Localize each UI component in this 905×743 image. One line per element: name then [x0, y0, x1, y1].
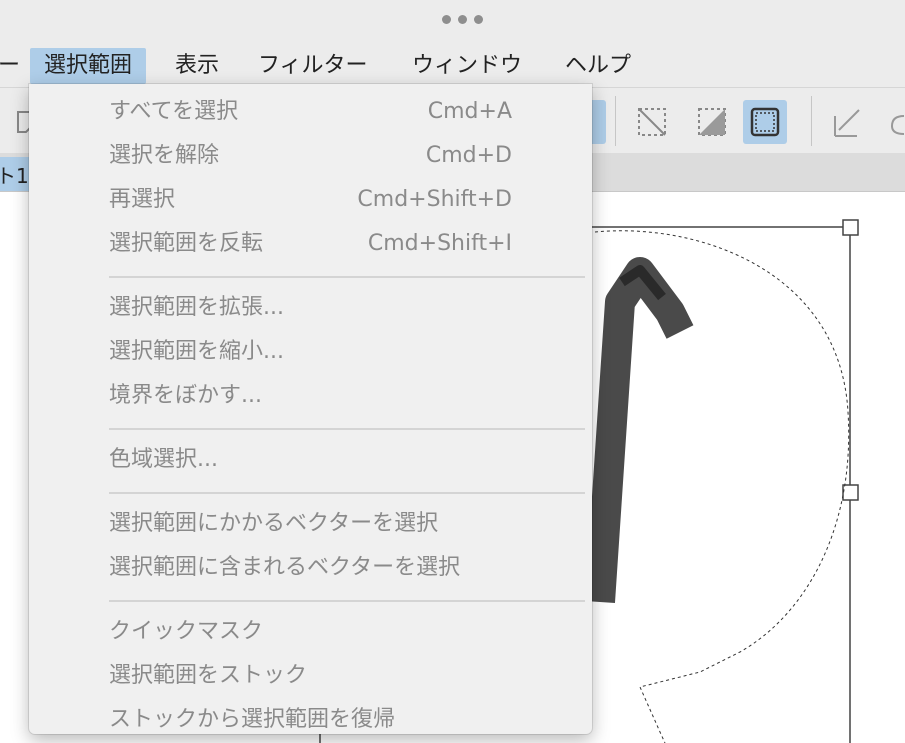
menu-item-shortcut: Cmd+Shift+D: [357, 187, 512, 212]
menu-bar: ー 選択範囲 表示 フィルター ウィンドウ ヘルプ: [0, 40, 905, 87]
toolbar-divider: [615, 96, 616, 146]
menu-item-shortcut: Cmd+D: [425, 143, 512, 168]
menu-item-label: 選択を解除: [109, 143, 220, 168]
menu-view[interactable]: 表示: [175, 48, 219, 84]
menu-item-label: クイックマスク: [109, 619, 264, 644]
menu-item-label: 選択範囲を反転: [109, 231, 264, 256]
menu-item-label: ストックから選択範囲を復帰: [109, 707, 396, 732]
transform-handle-side: [842, 484, 859, 501]
menu-item[interactable]: 選択範囲をストック: [29, 654, 592, 698]
menu-separator: [109, 492, 585, 494]
menu-item[interactable]: 選択範囲を縮小...: [29, 330, 592, 374]
menu-item[interactable]: 選択範囲を反転 Cmd+Shift+I: [29, 222, 592, 266]
selection-menu-dropdown: すべてを選択 Cmd+A 選択を解除 Cmd+D 再選択 Cmd+Shift+D 選択範囲を…: [29, 84, 592, 734]
menu-edit-partial[interactable]: ー: [0, 48, 20, 84]
menu-item[interactable]: 選択範囲にかかるベクターを選択: [29, 502, 592, 546]
menu-filter[interactable]: フィルター: [258, 48, 368, 84]
menu-item-label: 選択範囲に含まれるベクターを選択: [109, 555, 461, 580]
brush-stroke: [585, 257, 694, 603]
menu-item[interactable]: 選択を解除 Cmd+D: [29, 134, 592, 178]
menu-separator: [109, 428, 585, 430]
transform-handle-corner: [842, 219, 859, 236]
menu-item[interactable]: 境界をぼかす...: [29, 374, 592, 418]
menu-item[interactable]: 再選択 Cmd+Shift+D: [29, 178, 592, 222]
menu-window[interactable]: ウィンドウ: [412, 48, 522, 84]
selection-toggle-icon[interactable]: [690, 100, 734, 144]
menu-item[interactable]: すべてを選択 Cmd+A: [29, 90, 592, 134]
menu-item-shortcut: Cmd+Shift+I: [367, 231, 512, 256]
menu-item-label: 選択範囲を縮小...: [109, 339, 284, 364]
menu-item-label: 再選択: [109, 187, 176, 212]
menu-item-label: 選択範囲にかかるベクターを選択: [109, 511, 439, 536]
selection-clear-icon[interactable]: [630, 100, 674, 144]
lasso-icon[interactable]: [880, 100, 905, 144]
selection-marquee-icon[interactable]: [743, 100, 787, 144]
menu-item-label: 色域選択...: [109, 447, 218, 472]
menu-item[interactable]: ストックから選択範囲を復帰: [29, 698, 592, 742]
menu-item-label: すべてを選択: [109, 99, 239, 124]
menu-separator: [109, 600, 585, 602]
menu-item[interactable]: クイックマスク: [29, 610, 592, 654]
menu-selection[interactable]: 選択範囲: [30, 48, 147, 84]
pen-selection-icon[interactable]: [825, 100, 869, 144]
window-more-icon[interactable]: [442, 15, 488, 25]
menu-separator: [109, 276, 585, 278]
menu-item-shortcut: Cmd+A: [427, 99, 512, 124]
menu-item[interactable]: 選択範囲に含まれるベクターを選択: [29, 546, 592, 590]
menu-item[interactable]: 色域選択...: [29, 438, 592, 482]
menu-item-label: 選択範囲をストック: [109, 663, 308, 688]
menu-item-label: 境界をぼかす...: [109, 383, 262, 408]
menu-item-label: 選択範囲を拡張...: [109, 295, 284, 320]
toolbar-divider: [811, 96, 812, 146]
document-tab[interactable]: ト1: [0, 157, 30, 191]
title-bar: [0, 0, 905, 40]
menu-help[interactable]: ヘルプ: [565, 48, 631, 84]
menu-item[interactable]: 選択範囲を拡張...: [29, 286, 592, 330]
document-tab-label: ト1: [0, 164, 29, 188]
